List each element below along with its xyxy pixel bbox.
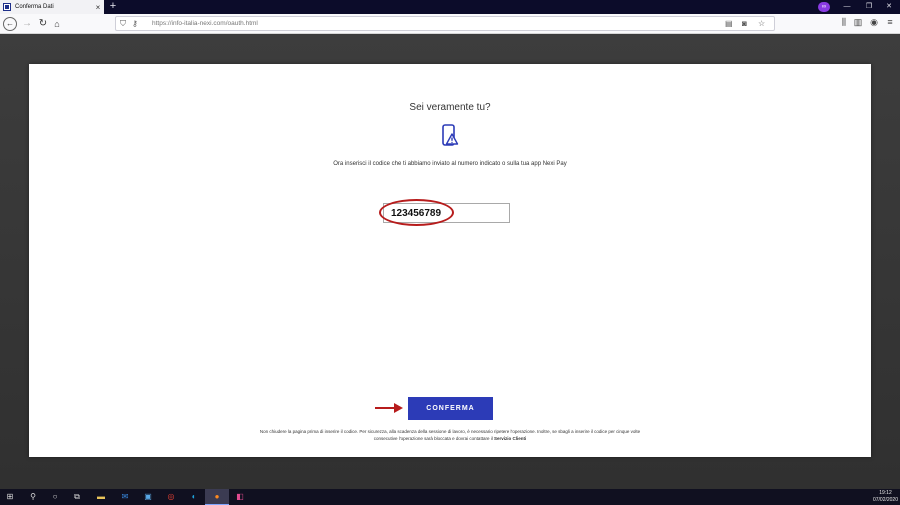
url-text[interactable]: https://info-italia-nexi.com/oauth.html: [152, 20, 258, 27]
instruction-text: Ora inserisci il codice che ti abbiamo i…: [333, 161, 567, 167]
windows-start-icon[interactable]: ⊞: [5, 492, 15, 502]
account-icon[interactable]: ◉: [868, 17, 880, 28]
tab-conferma-dati[interactable]: Conferma Dati ×: [0, 0, 104, 14]
footnote-line-1: Non chiudere la pagina prima di inserire…: [259, 429, 641, 434]
outlook-icon[interactable]: ✉: [120, 492, 130, 502]
red-arrow-icon: [375, 403, 403, 413]
chrome-icon[interactable]: ◎: [166, 492, 176, 502]
minimize-button[interactable]: —: [836, 0, 858, 14]
taskbar: ⊞ ⚲ ○ ⧉ ▬ ✉ ▣ ◎ ◐ ● ◧ 19:12 07/02/2020: [0, 489, 900, 505]
confirm-button[interactable]: CONFERMA: [408, 397, 493, 420]
tab-strip: Conferma Dati × + ∞ — ❐ ✕: [0, 0, 900, 14]
reader-view-icon[interactable]: ▤: [725, 19, 733, 28]
otp-code-input[interactable]: [383, 203, 510, 223]
pocket-icon[interactable]: ◙: [742, 19, 747, 28]
search-icon[interactable]: ⚲: [28, 492, 38, 502]
code-field-wrapper: [379, 199, 510, 226]
maximize-button[interactable]: ❐: [858, 0, 880, 14]
page-title: Sei veramente tu?: [409, 102, 491, 113]
phone-alert-icon: [442, 124, 459, 146]
home-icon[interactable]: ⌂: [50, 17, 64, 31]
reload-icon[interactable]: ↻: [36, 17, 50, 31]
cortana-icon[interactable]: ○: [50, 492, 60, 502]
verification-card: Sei veramente tu? Ora inserisci il codic…: [29, 64, 871, 457]
new-tab-button[interactable]: +: [107, 0, 119, 14]
teamviewer-icon[interactable]: ◧: [235, 492, 245, 502]
close-tab-icon[interactable]: ×: [92, 3, 104, 12]
nexi-favicon-icon: [3, 3, 11, 11]
address-bar[interactable]: ⛉ ⚷ https://info-italia-nexi.com/oauth.h…: [115, 16, 775, 31]
navigation-bar: ← → ↻ ⌂ ⛉ ⚷ https://info-italia-nexi.com…: [0, 14, 900, 34]
window-close-button[interactable]: ✕: [878, 0, 900, 14]
back-arrow-icon[interactable]: ←: [3, 17, 17, 31]
footnote-text: Non chiudere la pagina prima di inserire…: [239, 428, 661, 442]
customer-service-link[interactable]: Servizio Clienti: [494, 436, 526, 441]
firefox-icon[interactable]: ●: [212, 492, 222, 502]
clock-time: 19:12: [879, 490, 892, 496]
tab-title: Conferma Dati: [15, 4, 54, 10]
uplay-icon[interactable]: ◐: [189, 492, 199, 502]
permissions-key-icon[interactable]: ⚷: [132, 19, 138, 28]
shield-icon[interactable]: ⛉: [120, 19, 126, 29]
menu-icon[interactable]: ≡: [884, 17, 896, 27]
private-mask-icon[interactable]: ∞: [818, 2, 830, 12]
task-view-icon[interactable]: ⧉: [72, 492, 82, 502]
clock-date: 07/02/2020: [872, 497, 898, 503]
library-icon[interactable]: ⫼: [838, 17, 850, 28]
forward-arrow-icon[interactable]: →: [20, 17, 34, 31]
store-icon[interactable]: ▣: [143, 492, 153, 502]
file-explorer-icon[interactable]: ▬: [96, 492, 106, 502]
bookmark-star-icon[interactable]: ☆: [758, 19, 765, 28]
footnote-line-2: consecutive l'operazione sarà bloccata e…: [373, 436, 493, 441]
sidebar-icon[interactable]: ▥: [852, 17, 864, 28]
system-clock[interactable]: 19:12 07/02/2020: [873, 490, 898, 504]
